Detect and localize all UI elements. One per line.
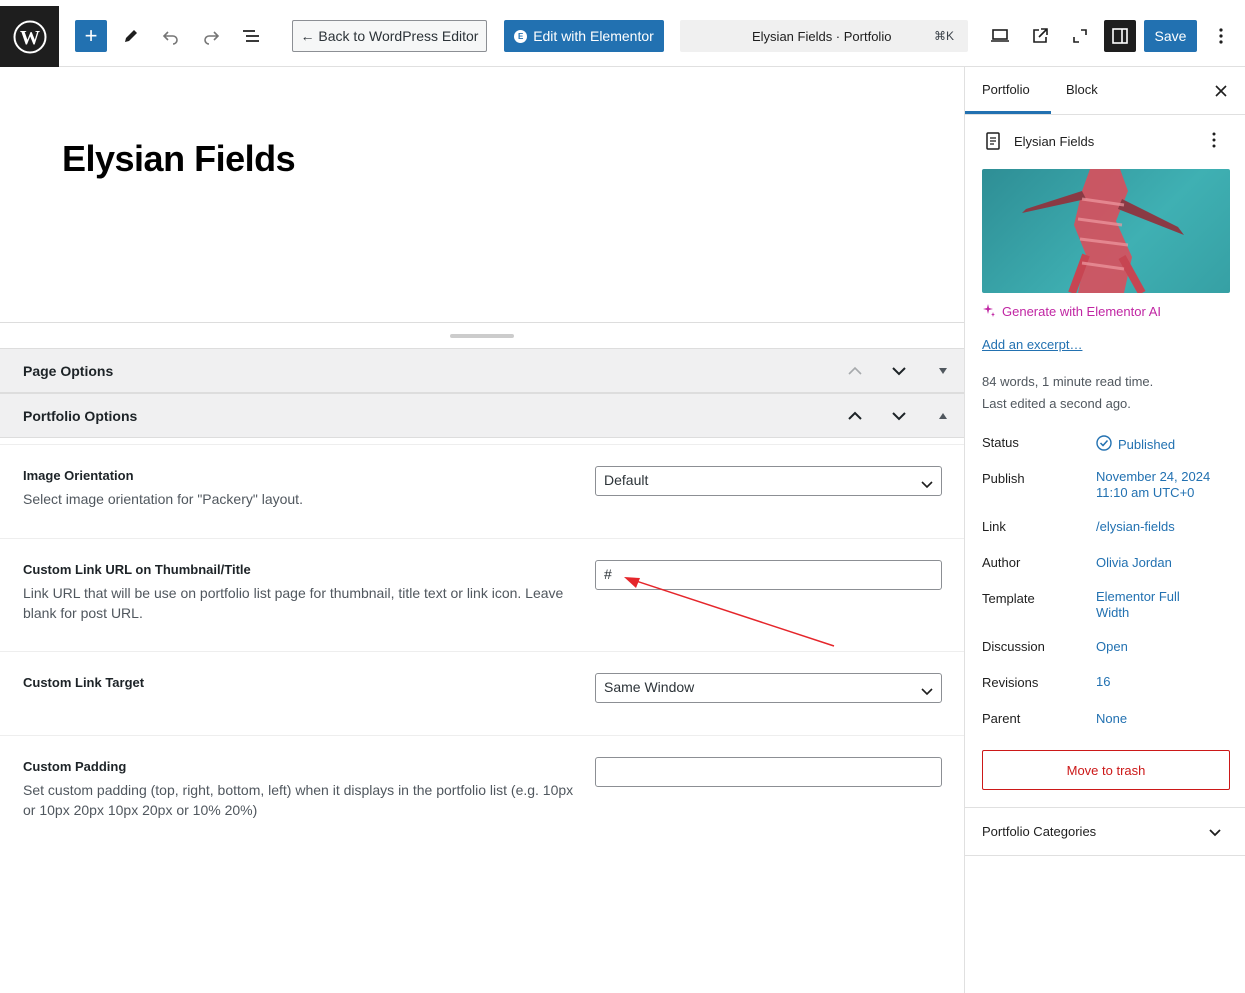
generate-ai-label: Generate with Elementor AI xyxy=(1002,304,1161,319)
settings-sidebar: Portfolio Block Elysian Fields Generate … xyxy=(964,67,1245,993)
featured-image[interactable] xyxy=(982,169,1230,293)
status-label: Status xyxy=(982,435,1019,450)
tab-portfolio[interactable]: Portfolio xyxy=(982,82,1030,97)
template-label: Template xyxy=(982,591,1035,606)
parent-button[interactable]: None xyxy=(1096,711,1127,727)
move-to-trash-button[interactable]: Move to trash xyxy=(982,750,1230,790)
options-menu-icon[interactable] xyxy=(1205,20,1237,52)
annotation-arrow xyxy=(624,577,835,647)
post-stats: 84 words, 1 minute read time. Last edite… xyxy=(982,371,1153,415)
last-edited: Last edited a second ago. xyxy=(982,396,1131,411)
sidebar-post-title: Elysian Fields xyxy=(1014,134,1095,149)
status-button[interactable]: Published xyxy=(1096,435,1175,455)
revisions-label: Revisions xyxy=(982,675,1039,690)
parent-label: Parent xyxy=(982,711,1021,726)
save-button[interactable]: Save xyxy=(1144,20,1197,52)
author-button[interactable]: Olivia Jordan xyxy=(1096,555,1172,571)
publish-label: Publish xyxy=(982,471,1025,486)
generate-with-ai-link[interactable]: Generate with Elementor AI xyxy=(982,303,1161,320)
discussion-button[interactable]: Open xyxy=(1096,639,1128,655)
close-icon[interactable] xyxy=(1211,81,1231,101)
chevron-down-icon[interactable] xyxy=(1209,824,1221,842)
document-icon xyxy=(985,132,1001,155)
permalink-button[interactable]: /elysian-fields xyxy=(1096,519,1175,535)
sparkle-icon xyxy=(982,303,996,320)
sidebar-tabs: Portfolio Block xyxy=(965,67,1245,115)
portfolio-categories-title[interactable]: Portfolio Categories xyxy=(982,824,1096,839)
published-check-icon xyxy=(1096,435,1112,455)
word-count: 84 words, 1 minute read time. xyxy=(982,374,1154,389)
tab-block[interactable]: Block xyxy=(1066,82,1098,97)
link-label: Link xyxy=(982,519,1006,534)
add-excerpt-link[interactable]: Add an excerpt… xyxy=(982,337,1082,352)
active-tab-indicator xyxy=(965,111,1051,114)
fullscreen-icon[interactable] xyxy=(1064,20,1096,52)
status-value: Published xyxy=(1118,437,1176,452)
external-view-icon[interactable] xyxy=(1024,20,1056,52)
discussion-label: Discussion xyxy=(982,639,1045,654)
sidebar-divider xyxy=(965,855,1245,856)
author-label: Author xyxy=(982,555,1021,570)
revisions-button[interactable]: 16 xyxy=(1096,674,1110,690)
template-button[interactable]: Elementor Full Width xyxy=(1096,589,1180,621)
desktop-preview-icon[interactable] xyxy=(984,20,1016,52)
publish-date-button[interactable]: November 24, 2024 11:10 am UTC+0 xyxy=(1096,469,1210,501)
settings-sidebar-toggle-icon[interactable] xyxy=(1104,20,1136,52)
post-actions-menu-icon[interactable] xyxy=(1211,131,1217,154)
sidebar-divider xyxy=(965,807,1245,808)
